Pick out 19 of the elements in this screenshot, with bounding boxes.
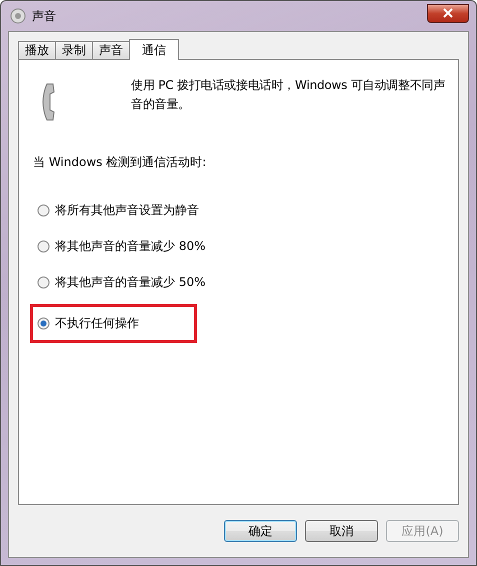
dialog-button[interactable]: 确定	[224, 520, 297, 542]
tab[interactable]: 录制	[55, 41, 93, 59]
radio-button[interactable]	[37, 317, 50, 330]
prompt-label: 当 Windows 检测到通信活动时:	[33, 154, 208, 171]
window-title: 声音	[32, 8, 56, 24]
radio-button[interactable]	[37, 204, 50, 217]
dialog-button[interactable]: 取消	[305, 520, 378, 542]
radio-option[interactable]: 将其他声音的音量减少 80%	[33, 235, 210, 258]
radio-button[interactable]	[37, 240, 50, 253]
radio-option[interactable]: 不执行任何操作	[33, 307, 194, 340]
close-icon	[443, 8, 453, 18]
close-button[interactable]	[427, 4, 469, 22]
tab[interactable]: 播放	[18, 41, 56, 59]
radio-button[interactable]	[37, 276, 50, 289]
tab[interactable]: 通信	[129, 39, 179, 60]
description-text: 使用 PC 拨打电话或接电话时，Windows 可自动调整不同声音的音量。	[131, 77, 446, 113]
radio-option[interactable]: 将所有其他声音设置为静音	[33, 199, 203, 222]
tab[interactable]: 声音	[92, 41, 130, 59]
radio-option[interactable]: 将其他声音的音量减少 50%	[33, 271, 210, 294]
